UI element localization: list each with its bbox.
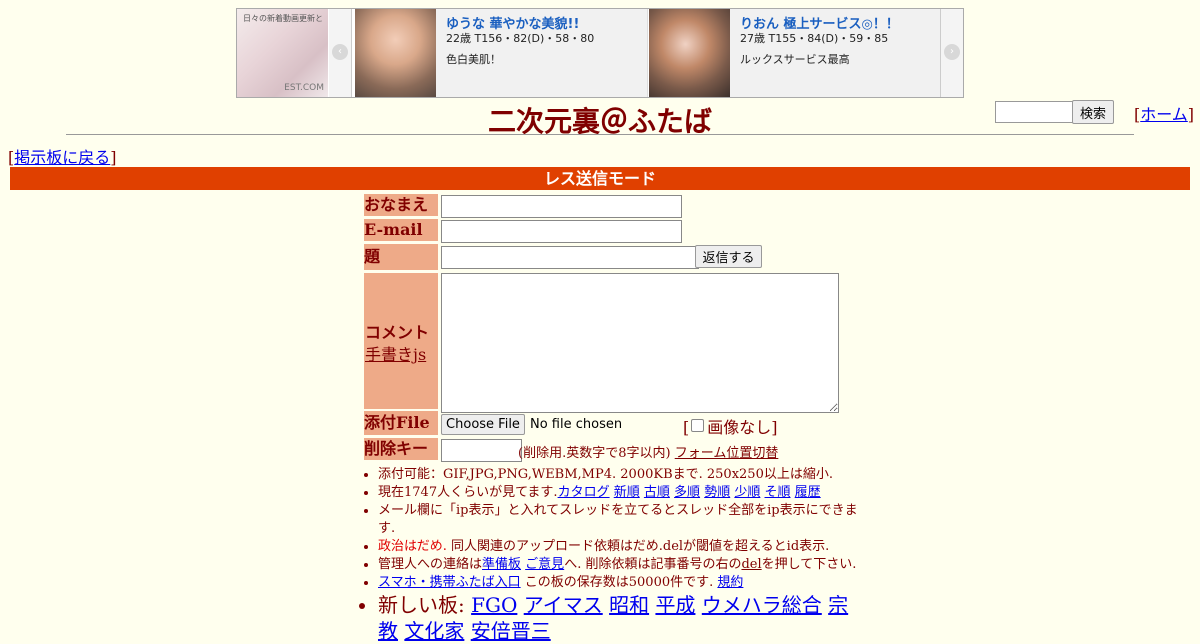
- bracket-open: [: [683, 418, 690, 437]
- handwrite-js-link[interactable]: 手書きjs: [365, 341, 426, 365]
- comment-label: コメント 手書きjs: [364, 273, 438, 409]
- sort-old-link[interactable]: 古順: [644, 485, 670, 500]
- new-boards-label: 新しい板:: [378, 593, 472, 617]
- delete-request-note: へ. 削除依頼は記事番号の右の: [564, 557, 742, 572]
- ad-card[interactable]: りおん 極上サービス◎！！ 27歳 T155・84(D)・59・85 ルックスサ…: [649, 9, 942, 97]
- name-field[interactable]: [441, 195, 682, 218]
- delete-key-label: 削除キー: [364, 438, 438, 460]
- delete-request-note-end: を押して下さい.: [761, 557, 857, 572]
- retention-note: この板の保存数は50000件です.: [520, 575, 718, 590]
- viewer-count-text: 現在1747人くらいが見てます.: [378, 485, 558, 500]
- ad-card-spec: 27歳 T155・84(D)・59・85: [740, 32, 889, 45]
- chevron-right-icon: ›: [944, 44, 960, 60]
- del-link[interactable]: del: [741, 557, 761, 572]
- board-link[interactable]: ウメハラ総合: [702, 593, 822, 617]
- delete-key-hint: (削除用.英数字で8字以内): [518, 446, 671, 461]
- home-link[interactable]: ホーム: [1140, 105, 1188, 124]
- reply-mode-banner: レス送信モード: [10, 167, 1190, 190]
- list-item: 政治はだめ. 同人関連のアップロード依頼はだめ.delが閾値を超えるとid表示.: [378, 538, 859, 556]
- list-item: 新しい板: FGO アイマス 昭和 平成 ウメハラ総合 宗教 文化家 安倍晋三: [378, 592, 859, 644]
- subject-field[interactable]: [441, 246, 699, 269]
- no-image-option: [ 画像なし]: [683, 414, 778, 438]
- sort-so-link[interactable]: そ順: [765, 485, 791, 500]
- rules-link[interactable]: 規約: [717, 575, 743, 590]
- list-item: メール欄に「ip表示」と入れてスレッドを立てるとスレッド全部をip表示にできます…: [378, 502, 859, 538]
- ad-card-desc: ルックスサービス最高: [740, 53, 850, 66]
- file-status: No file chosen: [530, 417, 623, 432]
- comment-label-text: コメント: [365, 323, 430, 342]
- ad-card-spec: 22歳 T156・82(D)・58・80: [446, 32, 595, 45]
- ip-display-note: メール欄に「ip表示」と入れてスレッドを立てるとスレッド全部をip表示にできます…: [378, 503, 858, 536]
- ad-card-desc: 色白美肌！: [446, 53, 501, 66]
- mobile-entrance-link[interactable]: スマホ・携帯ふたば入口: [378, 575, 521, 590]
- ad-left-caption: 日々の新着動画更新と: [243, 14, 323, 23]
- comment-textarea[interactable]: [441, 273, 839, 413]
- email-label: E-mail: [364, 219, 438, 241]
- history-link[interactable]: 履歴: [795, 485, 821, 500]
- chevron-left-icon: ‹: [332, 44, 348, 60]
- list-item: 現在1747人くらいが見てます.カタログ 新順 古順 多順 勢順 少順 そ順 履…: [378, 484, 859, 502]
- email-field[interactable]: [441, 220, 682, 243]
- bracket-close: ]: [110, 148, 117, 167]
- ad-next-button[interactable]: ›: [940, 9, 963, 97]
- list-item: スマホ・携帯ふたば入口 この板の保存数は50000件です. 規約: [378, 574, 859, 592]
- ad-card[interactable]: ゆうな 華やかな美貌!! 22歳 T156・82(D)・58・80 色白美肌！: [355, 9, 648, 97]
- list-item: 添付可能：GIF,JPG,PNG,WEBM,MP4. 2000KBまで. 250…: [378, 466, 859, 484]
- sort-few-link[interactable]: 少順: [734, 485, 760, 500]
- board-link[interactable]: 安倍晋三: [471, 619, 551, 643]
- board-link[interactable]: 平成: [655, 593, 695, 617]
- ad-photo: [355, 9, 436, 97]
- ad-image-left[interactable]: 日々の新着動画更新と EST.COM: [237, 9, 328, 97]
- divider: [66, 134, 1134, 135]
- feedback-link[interactable]: ご意見: [525, 557, 564, 572]
- contact-note-text: 管理人への連絡は: [378, 557, 483, 572]
- no-image-checkbox[interactable]: [691, 419, 705, 432]
- upload-request-note: 同人関連のアップロード依頼はだめ.delが閾値を超えるとid表示.: [446, 539, 830, 554]
- politics-warning: 政治はだめ.: [378, 539, 447, 554]
- sort-momentum-link[interactable]: 勢順: [704, 485, 730, 500]
- sort-many-link[interactable]: 多順: [674, 485, 700, 500]
- submit-reply-button[interactable]: 返信する: [695, 245, 762, 268]
- catalog-link[interactable]: カタログ: [558, 485, 610, 500]
- prep-board-link[interactable]: 準備板: [482, 557, 521, 572]
- home-nav: [ホーム]: [1134, 101, 1194, 125]
- subject-label: 題 名: [364, 244, 438, 292]
- ad-prev-button[interactable]: ‹: [329, 9, 352, 97]
- delete-key-note: (削除用.英数字で8字以内) フォーム位置切替: [518, 442, 778, 461]
- bracket-close: ]: [1187, 105, 1195, 124]
- board-link[interactable]: アイマス: [524, 593, 603, 617]
- board-link[interactable]: FGO: [471, 593, 517, 617]
- notes-list: 添付可能：GIF,JPG,PNG,WEBM,MP4. 2000KBまで. 250…: [364, 466, 859, 644]
- upload-rules-text: 添付可能：GIF,JPG,PNG,WEBM,MP4. 2000KBまで. 250…: [378, 467, 833, 482]
- list-item: 管理人への連絡は準備板 ご意見へ. 削除依頼は記事番号の右のdelを押して下さい…: [378, 556, 859, 574]
- form-position-toggle-link[interactable]: フォーム位置切替: [675, 446, 779, 461]
- file-label: 添付File: [364, 411, 438, 435]
- ad-left-site: EST.COM: [284, 83, 324, 93]
- board-link[interactable]: 昭和: [609, 593, 649, 617]
- choose-file-button[interactable]: Choose File: [441, 414, 525, 435]
- sort-new-link[interactable]: 新順: [614, 485, 640, 500]
- ad-banner[interactable]: 日々の新着動画更新と EST.COM ‹ ゆうな 華やかな美貌!! 22歳 T1…: [236, 8, 964, 98]
- search-button[interactable]: 検索: [1072, 100, 1114, 124]
- back-nav: [掲示板に戻る]: [8, 144, 117, 168]
- bracket-close: ]: [771, 418, 778, 437]
- name-label: おなまえ: [364, 194, 438, 216]
- search-input[interactable]: [995, 101, 1075, 123]
- no-image-label: 画像なし: [707, 418, 772, 437]
- delete-key-field[interactable]: [441, 439, 522, 462]
- back-to-board-link[interactable]: 掲示板に戻る: [14, 148, 110, 167]
- ad-photo: [649, 9, 730, 97]
- board-link[interactable]: 文化家: [404, 619, 464, 643]
